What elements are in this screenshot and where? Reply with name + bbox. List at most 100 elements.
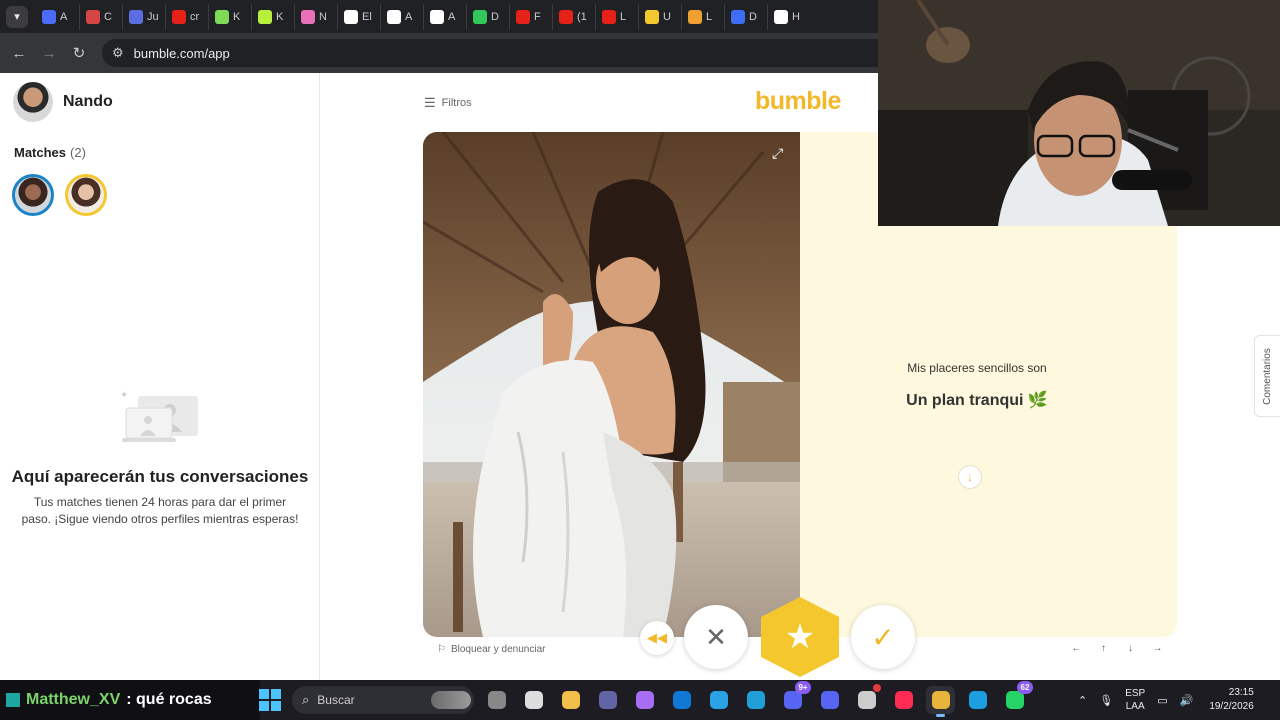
back-arrow-icon[interactable]: ← [4, 38, 34, 68]
match-avatar-1[interactable] [12, 174, 54, 216]
browser-tab[interactable]: cr [165, 3, 208, 30]
lang-code: ESP [1125, 688, 1146, 699]
sliders-icon: ☰ [424, 95, 436, 110]
whatsapp-icon[interactable]: 62 [1000, 681, 1033, 714]
volume-icon[interactable]: 🔊 [1180, 694, 1194, 707]
user-name[interactable]: Nando [63, 93, 113, 111]
app-icon[interactable] [815, 686, 844, 714]
down-key-hint: ↓ [1128, 643, 1133, 654]
chrome-glyph [931, 691, 950, 709]
edge-icon[interactable] [741, 686, 770, 714]
copilot-icon[interactable] [630, 686, 659, 714]
like-button[interactable]: ✓ [851, 605, 915, 669]
browser-tab[interactable]: A [423, 3, 466, 30]
prompt-answer-text: Un plan tranqui [906, 392, 1024, 409]
browser-tab[interactable]: N [294, 3, 337, 30]
webcam-overlay [878, 0, 1280, 226]
profile-header[interactable]: Nando [13, 82, 113, 122]
block-report-label: Bloquear y denunciar [450, 644, 546, 655]
leaf-emoji-icon: 🌿 [1027, 392, 1048, 409]
reload-icon[interactable]: ↻ [64, 38, 94, 68]
browser-tab[interactable]: A [36, 4, 79, 30]
right-key-hint: → [1152, 643, 1163, 654]
rewind-button[interactable]: ◀◀ [640, 621, 674, 655]
task-view-icon[interactable] [482, 686, 511, 714]
media-icon[interactable] [519, 686, 548, 714]
browser-tab[interactable]: C [79, 3, 122, 30]
block-report-link[interactable]: ⚐ Bloquear y denunciar [437, 644, 545, 655]
browser-tab[interactable]: D [466, 3, 509, 30]
tab-title: F [534, 10, 541, 23]
network-icon[interactable]: ▭ [1157, 694, 1167, 707]
amazon-tab-icon [387, 9, 401, 24]
teams-glyph [598, 691, 617, 709]
outlook-glyph [672, 691, 691, 709]
download-tab-icon [473, 9, 487, 24]
tab-title: C [104, 10, 112, 23]
globe-tab-icon [42, 9, 56, 24]
store-icon[interactable] [704, 686, 733, 714]
chrome-icon[interactable] [926, 686, 955, 717]
browser-tab[interactable]: H [767, 3, 810, 30]
sidebar: Nando Matches (2) ✦ Aquí aparecerán tus c… [0, 73, 320, 680]
tab-title: A [60, 10, 68, 23]
windows-taskbar: Matthew_XV : qué rocas ⌕ Buscar 9+ 62 ⌃ 🎙… [0, 680, 1280, 720]
tab-title: L [620, 10, 627, 23]
avatar[interactable] [13, 82, 53, 122]
browser-tab[interactable]: D [724, 3, 767, 30]
tiktok-icon[interactable] [889, 686, 918, 714]
browser-tab[interactable]: U [638, 3, 681, 30]
browser-tab[interactable]: F [509, 3, 552, 30]
site-settings-icon[interactable]: ⚙ [112, 45, 124, 61]
profile-photo[interactable] [423, 132, 800, 637]
empty-state-subtitle: Tus matches tienen 24 horas para dar el … [21, 495, 299, 526]
chat-message: : qué rocas [126, 691, 212, 708]
youtube-tab-icon [559, 9, 573, 24]
browser-toolbar: ← → ↻ ⚙ bumble.com/app [0, 33, 892, 73]
tiktok-glyph [894, 691, 913, 709]
taskbar-search[interactable]: ⌕ Buscar [292, 686, 474, 714]
teams-icon[interactable] [593, 686, 622, 714]
url-text[interactable]: bumble.com/app [134, 46, 230, 61]
browser-tab[interactable]: K [208, 3, 251, 30]
browser-tab[interactable]: Ju [122, 3, 165, 30]
forward-arrow-icon[interactable]: → [34, 38, 64, 68]
circle-tab-icon [774, 9, 788, 24]
d-tab-icon [258, 9, 272, 24]
steam-icon[interactable] [963, 686, 992, 714]
file-explorer-icon[interactable] [556, 686, 585, 714]
address-bar[interactable]: ⚙ bumble.com/app [102, 39, 892, 67]
search-highlight-image [431, 691, 471, 709]
tab-search-chevron-icon[interactable]: ▾ [6, 5, 28, 28]
comments-tab[interactable]: Comentarios [1254, 335, 1280, 417]
chevron-up-icon[interactable]: ⌃ [1078, 694, 1087, 707]
browser-tab[interactable]: L [595, 3, 638, 30]
browser-tab[interactable]: (1 [552, 3, 595, 30]
clock[interactable]: 23:15 19/2/2026 [1209, 686, 1254, 714]
browser-tab[interactable]: K [251, 3, 294, 30]
discord-icon[interactable]: 9+ [778, 681, 811, 714]
outlook-icon[interactable] [667, 686, 696, 714]
store-glyph [709, 691, 728, 709]
prompt-question: Mis placeres sencillos son [907, 361, 1047, 375]
task-view-glyph [487, 691, 506, 709]
tab-title: K [233, 10, 241, 23]
obs-icon[interactable] [852, 684, 881, 714]
windows-start-icon[interactable] [259, 689, 281, 711]
scroll-down-arrow-icon[interactable]: ↓ [958, 465, 982, 489]
microphone-icon[interactable]: 🎙 [1099, 694, 1113, 707]
browser-tab[interactable]: El [337, 3, 380, 30]
app-glyph [820, 691, 839, 709]
browser-tab[interactable]: L [681, 3, 724, 30]
browser-tab[interactable]: A [380, 3, 423, 30]
filters-button[interactable]: ☰ Filtros [424, 95, 472, 111]
filters-label: Filtros [441, 97, 472, 109]
star-tab-icon [645, 9, 659, 24]
pass-button[interactable]: ✕ [684, 605, 748, 669]
expand-icon[interactable]: ⤢ [772, 145, 783, 162]
star-icon: ★ [784, 618, 816, 656]
browser-tabstrip: ▾ A C Ju cr K K N El A A D F (1 L U L D H [0, 0, 880, 33]
match-avatar-2[interactable] [65, 174, 107, 216]
language-indicator[interactable]: ESP LAA [1125, 687, 1145, 713]
lang-layout: LAA [1125, 701, 1145, 712]
